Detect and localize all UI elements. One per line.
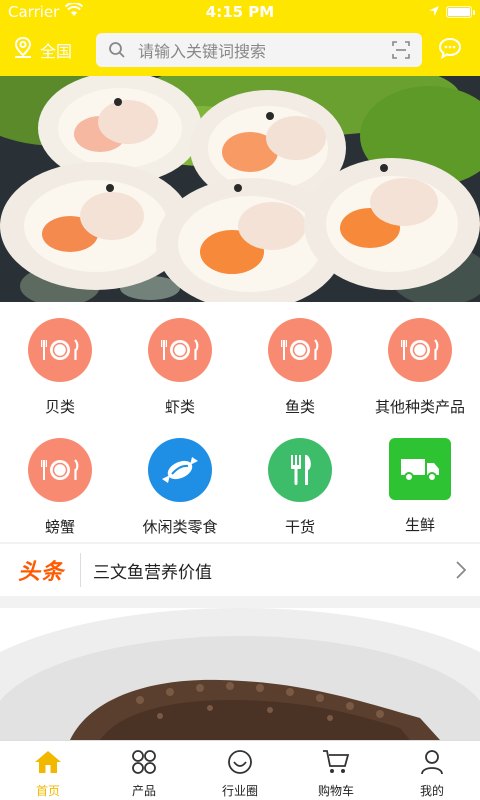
category-row: 贝类 虾类 鱼类 其他种类产品 — [0, 302, 480, 422]
headline-news-bar[interactable]: 头条 三文鱼营养价值 — [0, 544, 480, 596]
plate-icon — [148, 318, 212, 382]
category-label: 贝类 — [44, 398, 75, 416]
tab-cart[interactable]: 购物车 — [288, 741, 384, 800]
battery-icon — [446, 6, 475, 18]
candy-icon — [148, 438, 212, 502]
product-image[interactable] — [0, 608, 480, 740]
search-icon — [108, 41, 126, 63]
top-header: 全国 请输入关键词搜索 — [0, 24, 480, 76]
category-item-shellfish[interactable]: 贝类 — [0, 302, 120, 422]
category-label: 螃蟹 — [44, 518, 75, 536]
category-item-crab[interactable]: 螃蟹 — [0, 422, 120, 542]
location-icon — [12, 36, 34, 64]
headline-logo: 头条 — [18, 560, 65, 585]
category-label: 生鲜 — [404, 516, 435, 534]
region-selector[interactable]: 全国 — [12, 36, 88, 64]
category-item-snacks[interactable]: 休闲类零食 — [120, 422, 240, 542]
app-screen: Carrier 4:15 PM 全国 请输入关键词搜索 贝类 虾类 鱼类 其他种… — [0, 0, 480, 800]
battery-level — [448, 8, 470, 16]
tab-products[interactable]: 产品 — [96, 741, 192, 800]
fork-knife-icon — [268, 438, 332, 502]
bottom-tab-bar: 首页 产品 行业圈 购物车 我的 — [0, 740, 480, 800]
tab-profile[interactable]: 我的 — [384, 741, 480, 800]
search-input[interactable]: 请输入关键词搜索 — [138, 38, 266, 62]
search-bar[interactable]: 请输入关键词搜索 — [96, 33, 422, 67]
tab-label: 购物车 — [317, 784, 354, 798]
category-grid: 贝类 虾类 鱼类 其他种类产品 螃蟹 休闲类零食 干货 生鲜 — [0, 302, 480, 542]
user-icon — [420, 749, 444, 779]
scallops-image — [0, 76, 480, 302]
category-label: 鱼类 — [284, 398, 315, 416]
category-item-shrimp[interactable]: 虾类 — [120, 302, 240, 422]
tab-label: 产品 — [131, 784, 156, 798]
category-item-fresh[interactable]: 生鲜 — [360, 422, 480, 542]
category-item-fish[interactable]: 鱼类 — [240, 302, 360, 422]
truck-icon — [389, 438, 451, 500]
tab-label: 行业圈 — [221, 784, 258, 798]
category-row: 螃蟹 休闲类零食 干货 生鲜 — [0, 422, 480, 542]
category-item-other[interactable]: 其他种类产品 — [360, 302, 480, 422]
headline-divider — [80, 553, 82, 587]
plate-icon — [28, 318, 92, 382]
category-item-dry-goods[interactable]: 干货 — [240, 422, 360, 542]
region-label: 全国 — [40, 42, 73, 61]
tab-label: 我的 — [419, 784, 444, 798]
chevron-right-icon[interactable] — [456, 561, 467, 583]
tab-home[interactable]: 首页 — [0, 741, 96, 800]
wifi-icon — [65, 2, 84, 21]
smile-icon — [227, 749, 253, 779]
status-bar: Carrier 4:15 PM — [0, 0, 480, 24]
tab-industry[interactable]: 行业圈 — [192, 741, 288, 800]
location-arrow-icon — [428, 3, 440, 21]
carrier-label: Carrier — [8, 3, 60, 21]
category-label: 休闲类零食 — [142, 518, 218, 536]
tab-label: 首页 — [35, 784, 60, 798]
headline-text[interactable]: 三文鱼营养价值 — [93, 558, 212, 583]
category-label: 干货 — [284, 518, 315, 536]
sea-cucumber-image — [0, 608, 480, 740]
category-label: 虾类 — [164, 398, 195, 416]
plate-icon — [388, 318, 452, 382]
scan-icon[interactable] — [392, 41, 410, 63]
home-icon — [33, 749, 63, 779]
promo-banner[interactable] — [0, 76, 480, 302]
cart-icon — [322, 749, 350, 779]
message-icon[interactable] — [438, 37, 462, 63]
grid-icon — [131, 749, 157, 779]
category-label: 其他种类产品 — [374, 398, 465, 416]
plate-icon — [28, 438, 92, 502]
plate-icon — [268, 318, 332, 382]
